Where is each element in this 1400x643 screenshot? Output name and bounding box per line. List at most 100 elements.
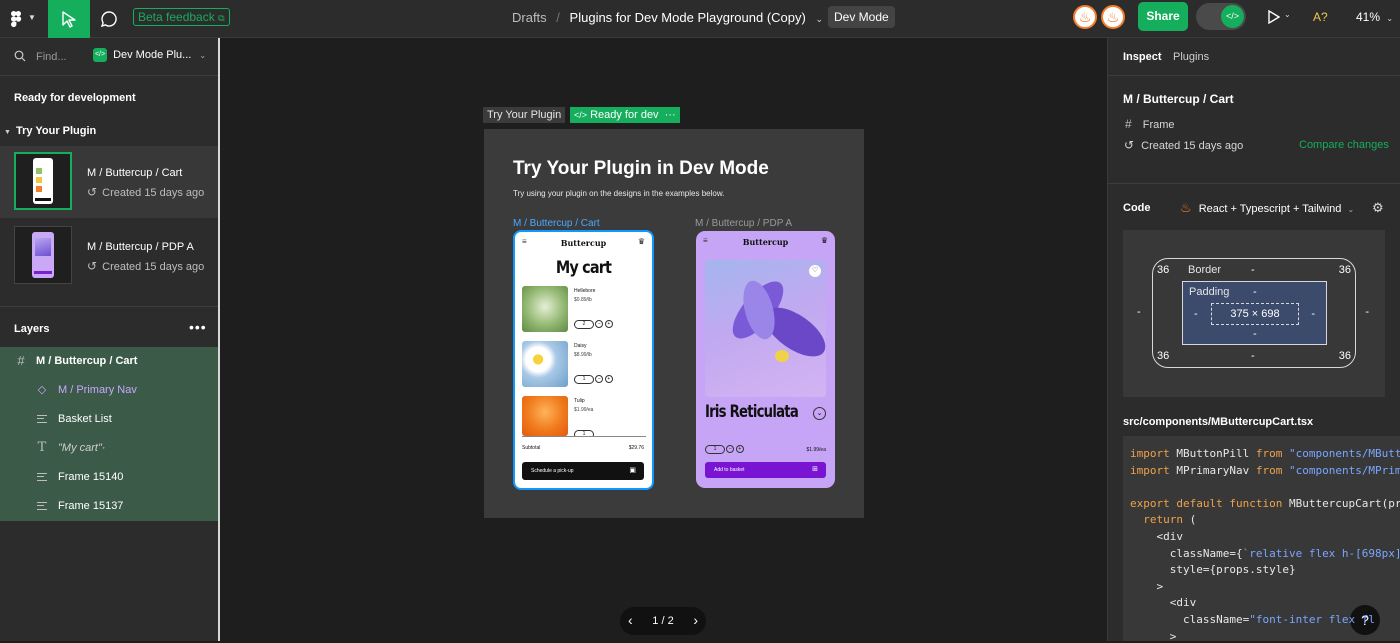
created-meta: ↺ Created 15 days ago <box>1124 138 1243 152</box>
cart-item[interactable]: Hellebore $0.89/lb 2 − + <box>522 286 646 334</box>
section-try-your-plugin[interactable]: ▼ Try Your Plugin <box>4 125 96 137</box>
layer-row[interactable]: Basket List <box>0 405 218 434</box>
code-line: return ( <box>1130 513 1197 527</box>
layer-label: M / Primary Nav <box>58 384 137 396</box>
subtotal-label: Subtotal <box>522 445 541 451</box>
ready-section-title: Ready for development <box>14 92 136 104</box>
board-subtitle: Try using your plugin on the designs in … <box>513 189 725 198</box>
file-path: src/components/MButtercupCart.tsx <box>1123 416 1314 428</box>
comment-tool-button[interactable] <box>98 8 120 30</box>
present-button[interactable]: ⌄ <box>1266 10 1292 26</box>
figma-logo-icon <box>11 11 22 28</box>
page-selector[interactable]: </> Dev Mode Plu... ⌄ <box>93 48 208 66</box>
tab-plugins[interactable]: Plugins <box>1173 51 1209 63</box>
code-line: style={props.style} <box>1130 563 1296 577</box>
history-icon: ↺ <box>87 259 98 273</box>
plus-icon[interactable]: + <box>604 320 613 328</box>
share-button[interactable]: Share <box>1138 2 1188 31</box>
subtotal-value: $29.76 <box>628 445 644 451</box>
box-value: - <box>1194 308 1198 320</box>
layer-row[interactable]: Frame 15140 <box>0 463 218 492</box>
layer-label: "My cart"· <box>58 442 106 454</box>
missing-fonts-button[interactable]: A? <box>1313 10 1328 24</box>
layer-row[interactable]: ◇ M / Primary Nav <box>0 376 218 405</box>
item-price: $1.99/ea <box>574 407 594 413</box>
code-line: import MButtonPill from "components/MBut… <box>1130 447 1400 460</box>
frame-list-item[interactable]: M / Buttercup / PDP A ↺ Created 15 days … <box>0 220 218 292</box>
box-value: - <box>1311 308 1315 320</box>
compare-changes-link[interactable]: Compare changes <box>1299 139 1389 151</box>
figma-menu-button[interactable]: ▼ <box>8 9 42 29</box>
layer-label: M / Buttercup / Cart <box>36 355 138 367</box>
minus-icon[interactable]: − <box>595 375 604 383</box>
text-icon: T <box>37 440 47 455</box>
chevron-down-icon: ⌄ <box>199 50 207 60</box>
breadcrumb: Drafts / Plugins for Dev Mode Playground… <box>512 10 823 25</box>
canvas[interactable]: Try Your Plugin </> Ready for dev ··· Tr… <box>221 38 1107 641</box>
box-value: - <box>1253 328 1257 340</box>
more-options-icon[interactable]: ••• <box>189 319 207 335</box>
layer-row[interactable]: # M / Buttercup / Cart <box>0 347 218 376</box>
brand-logo: Buttercup <box>742 237 789 247</box>
item-name: Hellebore <box>574 288 596 294</box>
page-navigator: ‹ 1 / 2 › <box>620 607 706 635</box>
search-input[interactable]: Find... <box>36 51 67 63</box>
cursor-icon <box>62 11 76 28</box>
quantity-stepper[interactable]: 2 − + <box>574 320 613 329</box>
box-value: - <box>1365 306 1369 318</box>
flame-icon: ♨ <box>1106 9 1120 25</box>
chevron-right-icon[interactable]: › <box>693 612 698 628</box>
chevron-down-icon[interactable]: ⌄ <box>815 14 823 24</box>
pdp-frame[interactable]: ≡ Buttercup ♛ ♡ Iris Reticulata ⌄ 1 − + … <box>696 231 835 488</box>
plus-icon[interactable]: + <box>604 375 613 383</box>
layer-label: Frame 15140 <box>58 471 124 483</box>
frame-created: Created 15 days ago <box>102 261 205 273</box>
minus-icon[interactable]: − <box>726 445 735 453</box>
layer-label: Basket List <box>58 413 112 425</box>
code-settings-icon[interactable]: ⚙ <box>1372 200 1384 216</box>
zoom-menu[interactable]: 41% ⌄ <box>1356 10 1393 24</box>
language-selector[interactable]: ♨ React + Typescript + Tailwind ⌄ <box>1180 200 1354 216</box>
code-icon: </> <box>1221 5 1244 28</box>
plus-icon[interactable]: + <box>735 445 744 453</box>
section-board[interactable]: Try Your Plugin in Dev Mode Try using yo… <box>484 129 864 518</box>
tab-inspect[interactable]: Inspect <box>1123 51 1162 63</box>
dev-mode-toggle[interactable]: </> <box>1196 3 1246 30</box>
file-title[interactable]: Plugins for Dev Mode Playground (Copy) <box>570 10 806 25</box>
layer-row[interactable]: Frame 15137 <box>0 492 218 521</box>
item-price: $0.89/lb <box>574 297 592 303</box>
heart-icon[interactable]: ♡ <box>809 265 821 277</box>
chevron-down-icon: ⌄ <box>1347 205 1355 214</box>
search-box[interactable]: Find... <box>10 48 84 66</box>
cart-frame[interactable]: ≡ Buttercup ♛ My cart Hellebore $0.89/lb… <box>513 230 654 490</box>
external-link-icon: ⧉ <box>218 13 225 23</box>
corner-radius-value: 36 <box>1338 264 1351 276</box>
code-line: import MPrimaryNav from "components/MPri… <box>1130 463 1400 477</box>
avatar[interactable]: ♨ <box>1073 5 1097 29</box>
comment-icon <box>100 11 117 28</box>
minus-icon[interactable]: − <box>595 320 604 328</box>
beta-feedback-button[interactable]: Beta feedback ⧉ <box>133 8 230 26</box>
auto-layout-icon <box>36 500 48 512</box>
box-model: Border - 36 36 36 36 - - - Padding - - -… <box>1123 230 1385 397</box>
ready-for-dev-tag[interactable]: </> Ready for dev ··· <box>570 107 680 123</box>
breadcrumb-drafts[interactable]: Drafts <box>512 10 547 25</box>
add-to-basket-label: Add to basket <box>714 467 745 473</box>
chevron-down-icon[interactable]: ⌄ <box>813 407 826 420</box>
frame-list-item[interactable]: M / Buttercup / Cart ↺ Created 15 days a… <box>0 146 218 218</box>
quantity-stepper[interactable]: 1 − + <box>705 445 744 454</box>
section-label-tag[interactable]: Try Your Plugin <box>483 107 566 123</box>
layer-row[interactable]: T "My cart"· <box>0 434 218 463</box>
schedule-pickup-button[interactable]: Schedule a pick-up ▣ <box>522 462 644 480</box>
move-tool-button[interactable] <box>48 0 90 38</box>
avatar[interactable]: ♨ <box>1101 5 1125 29</box>
quantity-stepper[interactable]: 1 − + <box>574 375 613 384</box>
product-hero-image: ♡ <box>705 260 826 397</box>
frame-name-label: M / Buttercup / Cart <box>513 218 600 229</box>
add-to-basket-button[interactable]: Add to basket ⊞ <box>705 462 826 478</box>
cart-item[interactable]: Tulip $1.99/ea 1 <box>522 396 646 436</box>
brand-logo: Buttercup <box>560 238 607 248</box>
code-section-title: Code <box>1123 202 1151 214</box>
cart-item[interactable]: Daisy $8.99/lb 1 − + <box>522 341 646 389</box>
box-value: - <box>1137 306 1141 318</box>
